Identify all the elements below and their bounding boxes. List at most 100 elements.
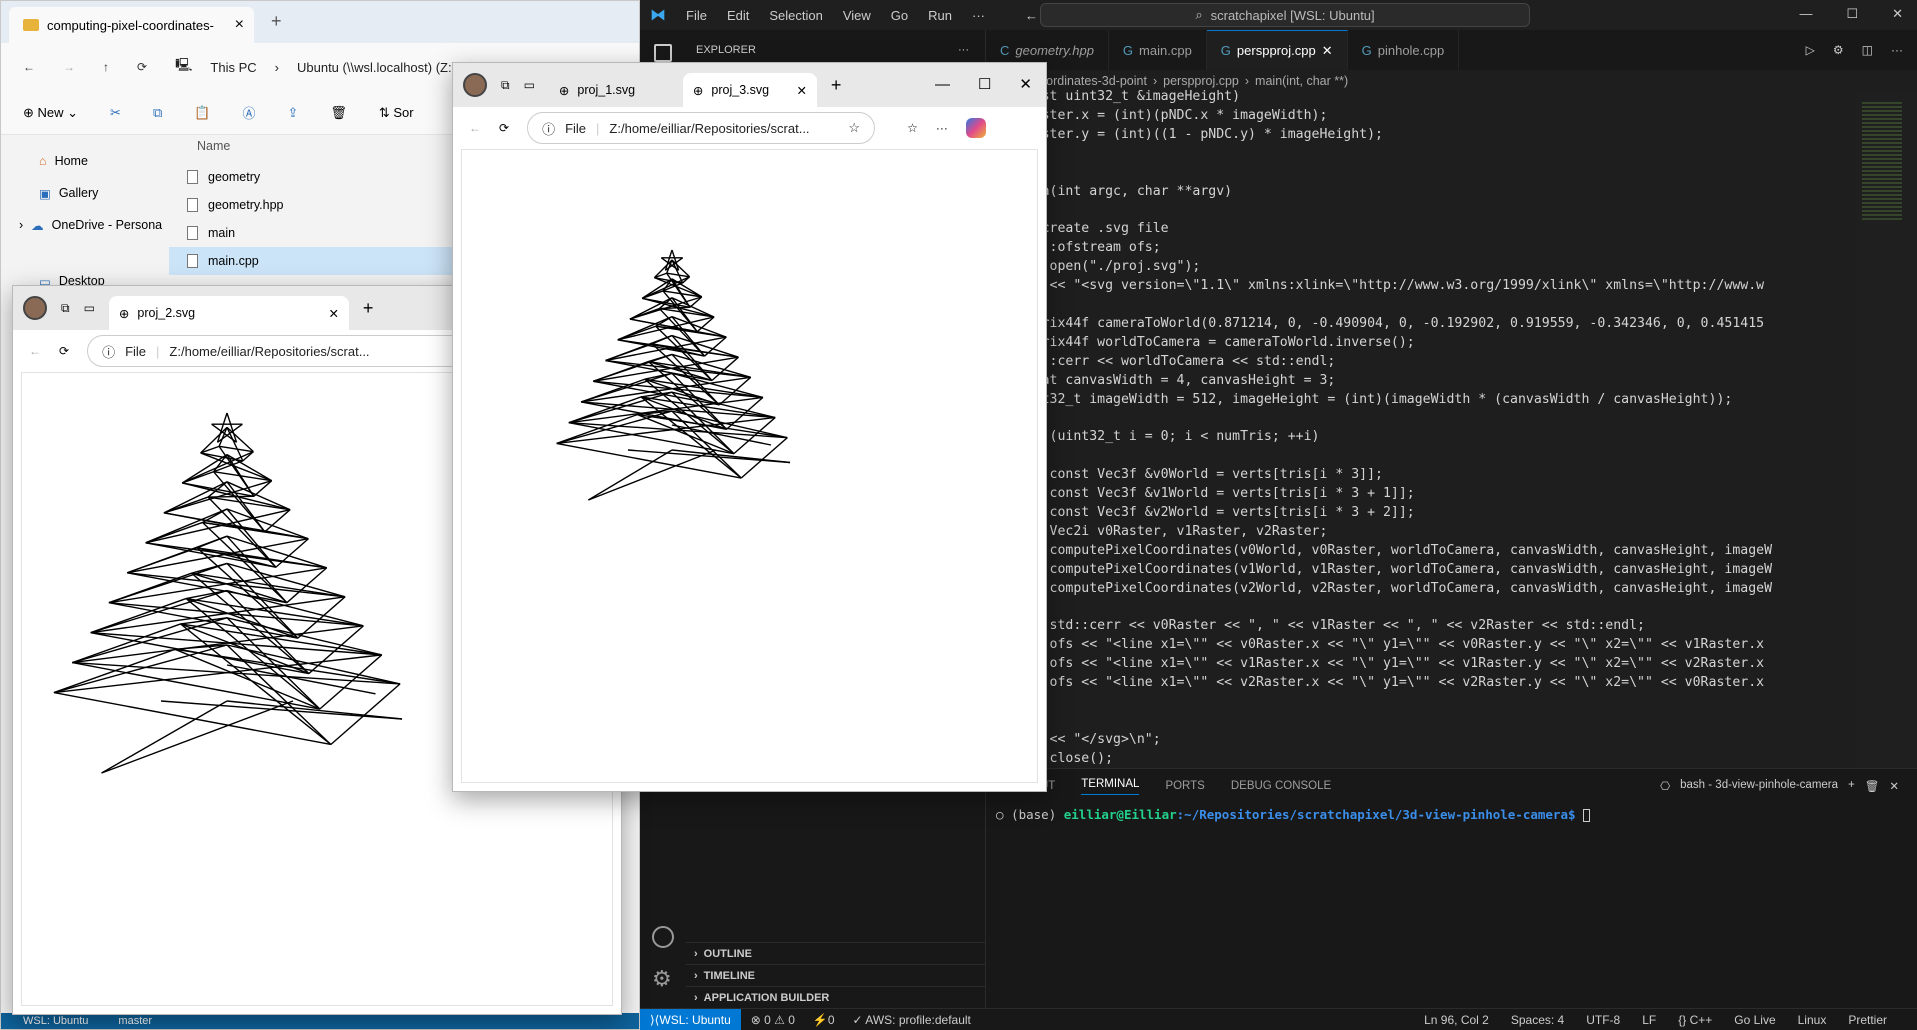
- more-icon[interactable]: ···: [936, 121, 948, 135]
- share-icon[interactable]: ⇪: [287, 105, 298, 121]
- more-icon[interactable]: ···: [1891, 43, 1903, 57]
- refresh-icon[interactable]: ⟳: [499, 121, 509, 135]
- status-aws[interactable]: ✓ AWS: profile:default: [853, 1013, 971, 1027]
- status-spaces[interactable]: Spaces: 4: [1511, 1013, 1564, 1027]
- terminal-selector[interactable]: ⎔ bash - 3d-view-pinhole-camera + 🗑 ✕: [1660, 779, 1917, 793]
- settings-gear-icon[interactable]: ⚙: [652, 966, 672, 992]
- menu-go[interactable]: Go: [891, 8, 908, 23]
- menu-run[interactable]: Run: [928, 8, 952, 23]
- section-outline[interactable]: › OUTLINE: [686, 942, 985, 964]
- menu-edit[interactable]: Edit: [727, 8, 749, 23]
- settings-icon[interactable]: ⚙: [1833, 43, 1844, 57]
- avatar[interactable]: [463, 73, 487, 97]
- tab-proj2[interactable]: ⊕ proj_2.svg ✕: [108, 296, 349, 330]
- minimize-icon[interactable]: —: [935, 76, 950, 93]
- add-tab-icon[interactable]: +: [271, 11, 282, 32]
- section-timeline[interactable]: › TIMELINE: [686, 964, 985, 986]
- sidebar-item-home[interactable]: ⌂ Home: [1, 145, 166, 177]
- workspaces-icon[interactable]: ⧉: [501, 78, 510, 93]
- trash-icon[interactable]: 🗑: [1865, 779, 1880, 793]
- status-problems[interactable]: ⊗ 0 ⚠ 0: [751, 1013, 795, 1027]
- nav-back-icon[interactable]: ←: [1025, 8, 1038, 23]
- menu-selection[interactable]: Selection: [769, 8, 822, 23]
- tab-main-cpp[interactable]: Gmain.cpp: [1109, 30, 1207, 70]
- delete-icon[interactable]: 🗑: [330, 105, 347, 121]
- up-arrow-icon[interactable]: ↑: [103, 60, 109, 74]
- sidebar-item-label: Home: [54, 154, 88, 168]
- url-field[interactable]: ⓘ File | Z:/home/eilliar/Repositories/sc…: [527, 112, 876, 144]
- avatar[interactable]: [23, 296, 47, 320]
- breadcrumb-file[interactable]: perspproj.cpp: [1163, 74, 1239, 88]
- new-tab-icon[interactable]: +: [363, 298, 374, 319]
- refresh-icon[interactable]: ⟳: [137, 60, 147, 74]
- tab-pinhole-cpp[interactable]: Gpinhole.cpp: [1348, 30, 1460, 70]
- tab-debug-console[interactable]: DEBUG CONSOLE: [1231, 780, 1331, 792]
- menu-more[interactable]: ···: [972, 8, 985, 23]
- explorer-tab[interactable]: computing-pixel-coordinates- ×: [9, 7, 254, 43]
- close-icon[interactable]: ✕: [1322, 43, 1333, 59]
- code-editor[interactable]: const uint32_t &imageHeight) pRaster.x =…: [986, 88, 1856, 768]
- new-button[interactable]: ⊕ New ⌄: [23, 105, 78, 121]
- close-icon[interactable]: ✕: [796, 83, 806, 98]
- tab-terminal[interactable]: TERMINAL: [1081, 778, 1140, 795]
- back-arrow-icon[interactable]: ←: [469, 121, 481, 135]
- run-icon[interactable]: ▷: [1806, 43, 1815, 57]
- status-position[interactable]: Ln 96, Col 2: [1424, 1013, 1489, 1027]
- tab-ports[interactable]: PORTS: [1165, 780, 1204, 792]
- close-icon[interactable]: ✕: [1019, 75, 1032, 93]
- forward-arrow-icon[interactable]: →: [63, 60, 75, 74]
- split-editor-icon[interactable]: ◫: [1862, 43, 1873, 57]
- copy-icon[interactable]: ⧉: [153, 105, 162, 121]
- menu-file[interactable]: File: [686, 8, 707, 23]
- terminal-output[interactable]: ○ (base) eilliar@Eilliar:~/Repositories/…: [986, 803, 1917, 826]
- tab-proj3[interactable]: ⊕ proj_3.svg ✕: [682, 73, 817, 107]
- status-os[interactable]: Linux: [1798, 1013, 1827, 1027]
- close-panel-icon[interactable]: ✕: [1889, 779, 1899, 793]
- menu-view[interactable]: View: [843, 8, 871, 23]
- favorites-icon[interactable]: ☆: [907, 121, 918, 135]
- close-icon[interactable]: ✕: [1892, 6, 1903, 22]
- maximize-icon[interactable]: ☐: [1846, 6, 1858, 22]
- more-actions-icon[interactable]: ···: [958, 44, 969, 56]
- rename-icon[interactable]: Ⓐ: [242, 103, 255, 122]
- paste-icon[interactable]: 📋: [194, 105, 210, 121]
- minimize-icon[interactable]: —: [1799, 6, 1812, 22]
- minimap[interactable]: [1856, 92, 1917, 772]
- sidebar-item-onedrive[interactable]: › ☁ OneDrive - Persona: [1, 209, 166, 241]
- status-eol[interactable]: LF: [1642, 1013, 1656, 1027]
- explorer-view-icon[interactable]: [654, 44, 672, 62]
- close-icon[interactable]: ×: [235, 16, 244, 34]
- code-line: ofs << "<line x1=\"" << v1Raster.x << "\…: [986, 656, 1765, 672]
- tab-actions-icon[interactable]: ▭: [84, 301, 95, 315]
- status-remote[interactable]: ⟩⟨ WSL: Ubuntu: [640, 1008, 741, 1030]
- breadcrumb-symbol[interactable]: main(int, char **): [1255, 74, 1348, 88]
- back-arrow-icon[interactable]: ←: [23, 60, 35, 74]
- section-app-builder[interactable]: › APPLICATION BUILDER: [686, 986, 985, 1008]
- sidebar-item-gallery[interactable]: ▣ Gallery: [1, 177, 166, 209]
- workspaces-icon[interactable]: ⧉: [61, 301, 70, 316]
- close-icon[interactable]: ✕: [328, 306, 338, 321]
- account-icon[interactable]: [652, 926, 674, 948]
- status-language[interactable]: {} C++: [1678, 1013, 1712, 1027]
- breadcrumb-pc[interactable]: This PC: [210, 60, 256, 75]
- command-center[interactable]: ⌕ scratchapixel [WSL: Ubuntu]: [1040, 3, 1530, 27]
- status-ports[interactable]: ⚡0: [813, 1013, 835, 1027]
- star-icon[interactable]: ☆: [848, 120, 860, 136]
- breadcrumb-ubuntu[interactable]: Ubuntu (\\wsl.localhost) (Z:): [297, 60, 456, 75]
- sort-button[interactable]: ⇅ Sor: [379, 105, 414, 121]
- maximize-icon[interactable]: ☐: [978, 75, 991, 93]
- copilot-icon[interactable]: [965, 118, 986, 138]
- refresh-icon[interactable]: ⟳: [59, 344, 69, 358]
- status-prettier[interactable]: Prettier: [1848, 1013, 1887, 1027]
- status-encoding[interactable]: UTF-8: [1586, 1013, 1620, 1027]
- column-name[interactable]: Name: [197, 139, 465, 153]
- new-tab-icon[interactable]: +: [831, 75, 842, 96]
- back-arrow-icon[interactable]: ←: [29, 344, 41, 358]
- cut-icon[interactable]: ✂: [110, 105, 121, 121]
- add-terminal-icon[interactable]: +: [1848, 779, 1855, 793]
- tab-perspproj-cpp[interactable]: Gperspproj.cpp ✕: [1206, 30, 1348, 70]
- tab-proj1[interactable]: ⊕ proj_1.svg: [549, 73, 669, 107]
- status-golive[interactable]: Go Live: [1734, 1013, 1775, 1027]
- tab-actions-icon[interactable]: ▭: [524, 78, 535, 92]
